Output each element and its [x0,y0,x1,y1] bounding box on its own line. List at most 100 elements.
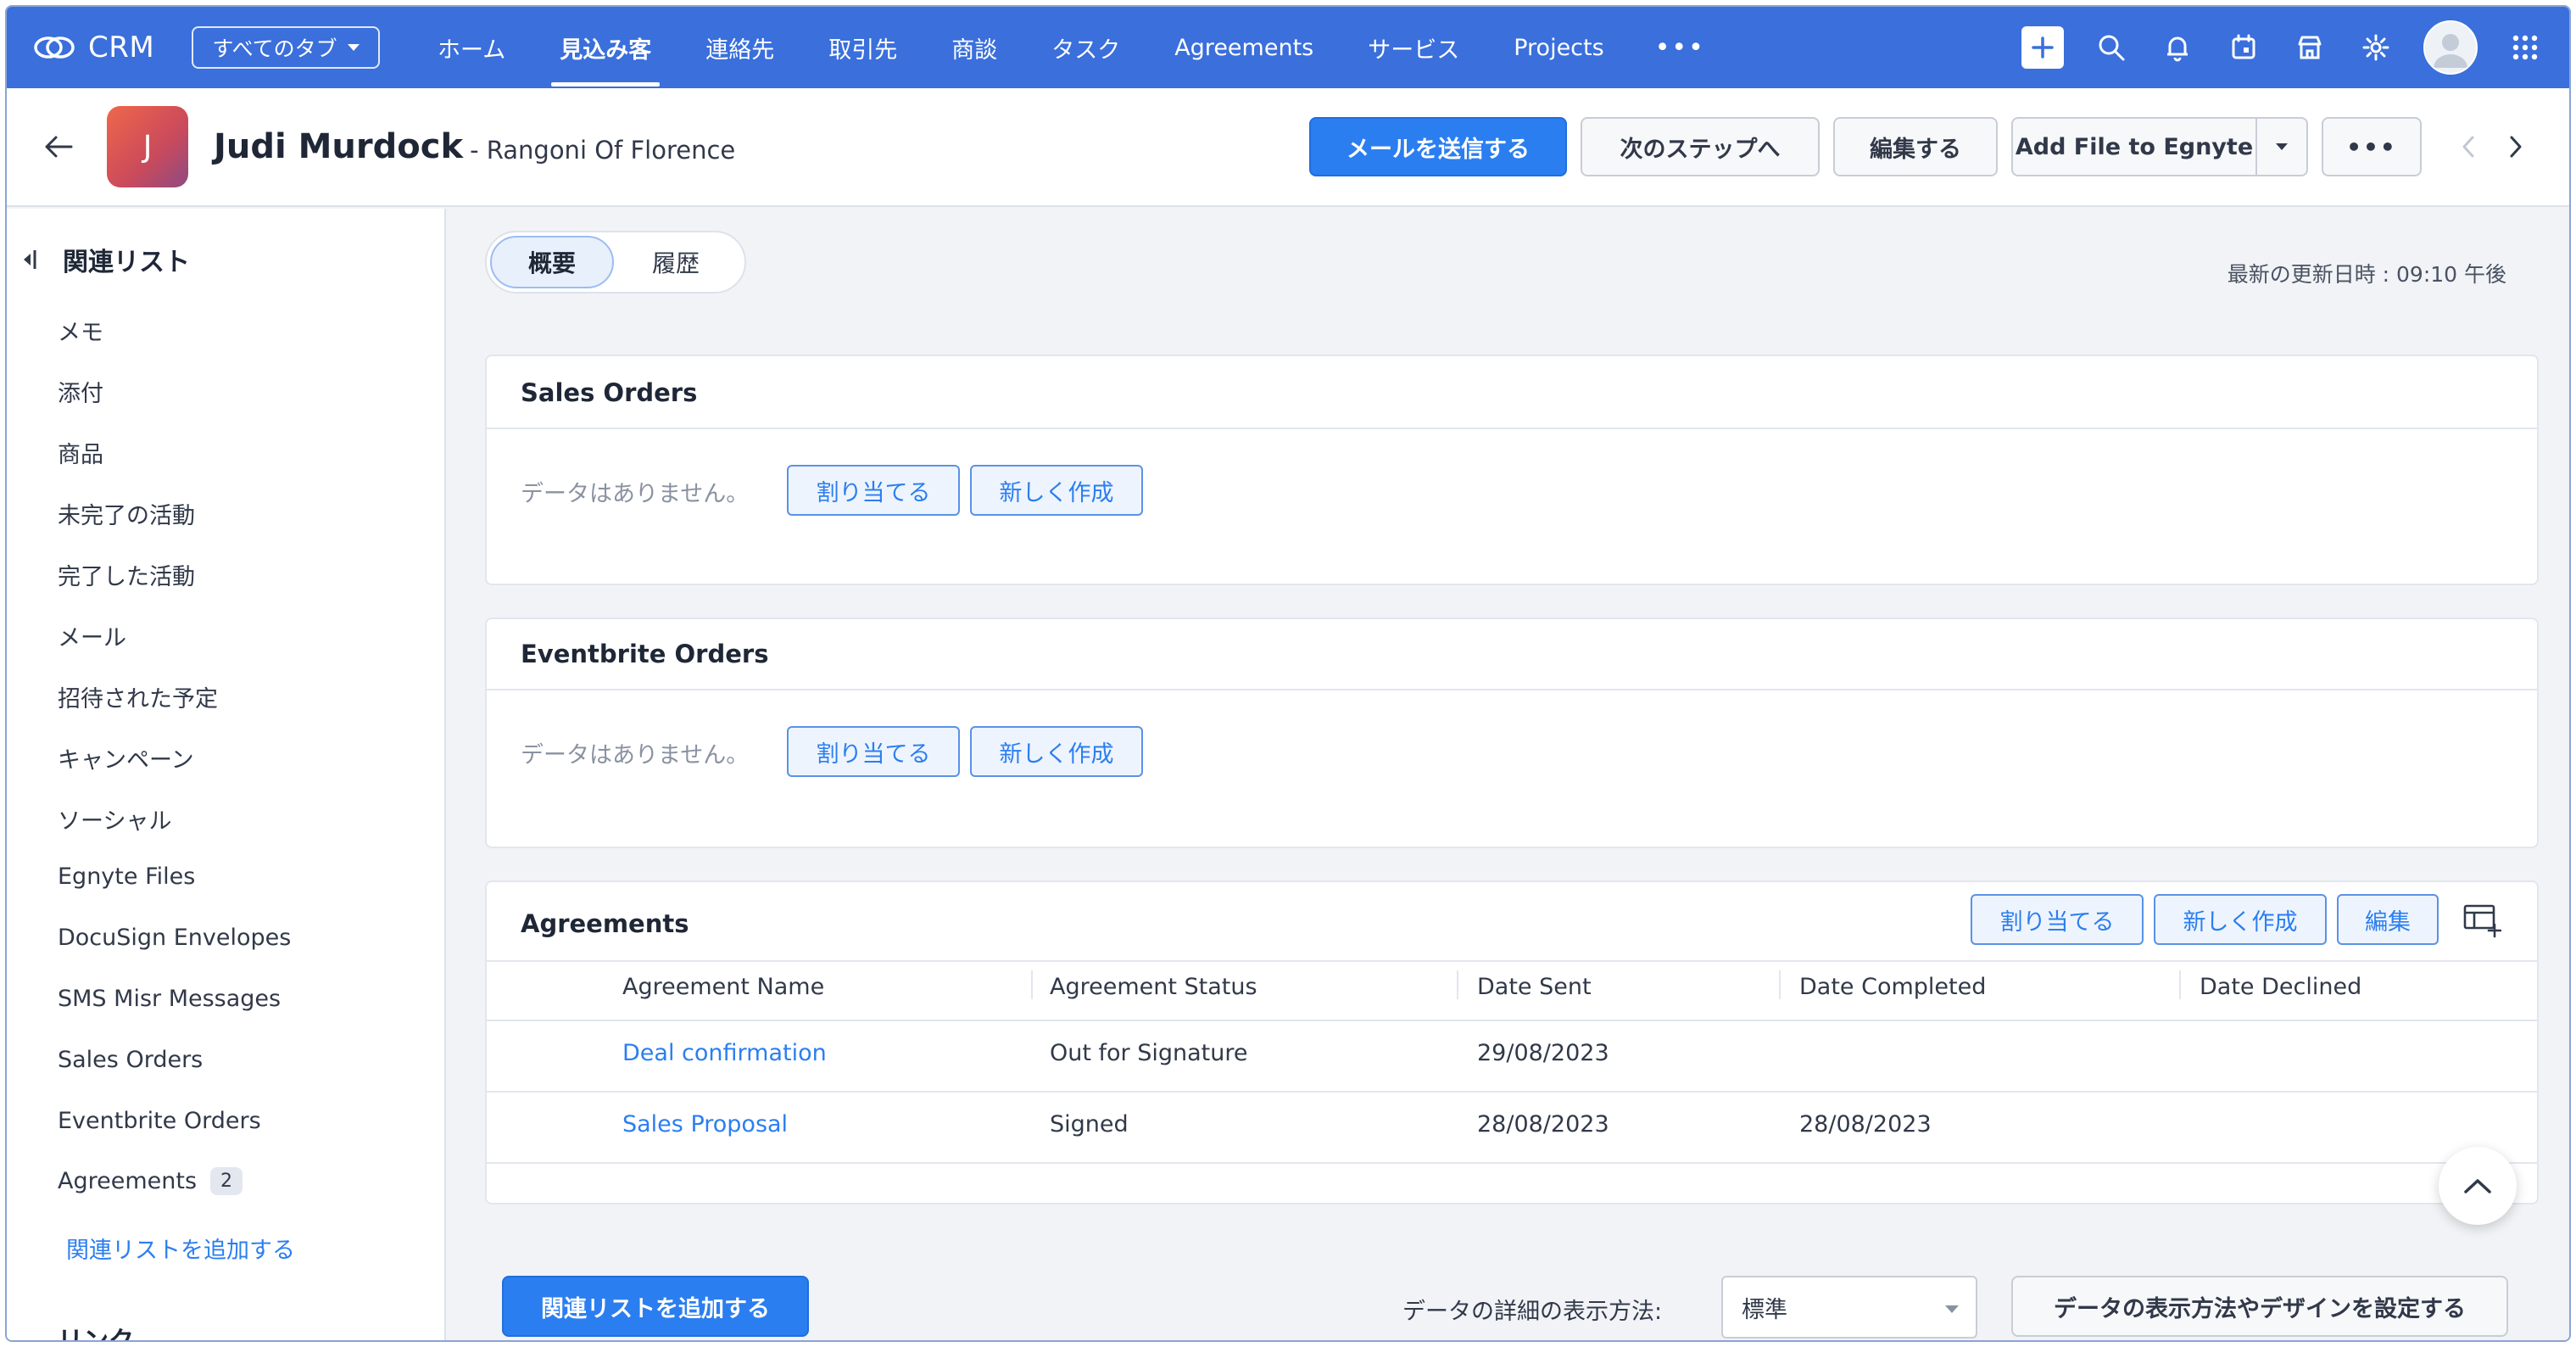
calendar-icon [2232,34,2255,59]
sidebar-item-agreements[interactable]: Agreements 2 [58,1167,243,1195]
sidebar-item-eventbrite-orders[interactable]: Eventbrite Orders [58,1108,261,1134]
all-tabs-dropdown[interactable]: すべてのタブ [192,26,380,69]
sidebar-item-sms-misr-messages[interactable]: SMS Misr Messages [58,986,281,1012]
record-main-content: 概要 履歴 最新の更新日時 : 09:10 午後 Sales Orders デー… [448,209,2569,1340]
quick-create-button[interactable] [2021,26,2064,69]
sidebar-item-campaigns[interactable]: キャンペーン [58,741,194,774]
edit-list-button[interactable]: 編集 [2337,894,2439,945]
related-list-sidebar: 関連リスト メモ 添付 商品 未完了の活動 完了した活動 メール 招待された予定… [7,209,446,1342]
crm-logo-icon [34,36,75,59]
record-header: J Judi Murdock - Rangoni Of Florence メール… [7,88,2569,207]
view-switch-bar: 概要 履歴 最新の更新日時 : 09:10 午後 [448,209,2569,317]
divider [487,1020,2537,1021]
app-launcher-button[interactable] [2506,29,2544,66]
create-new-button[interactable]: 新しく作成 [970,726,1143,777]
column-header-agreement-status[interactable]: Agreement Status [1050,974,1257,1000]
card-title: Agreements [521,909,689,938]
tab-overview[interactable]: 概要 [490,236,614,288]
column-header-date-completed[interactable]: Date Completed [1799,974,1986,1000]
count-badge: 2 [210,1167,243,1195]
column-separator [2179,970,2181,999]
sidebar-item-closed-activities[interactable]: 完了した活動 [58,558,195,591]
nav-tab-home[interactable]: ホーム [410,7,532,88]
sidebar-item-sales-orders[interactable]: Sales Orders [58,1047,203,1073]
agreements-card: Agreements 割り当てる 新しく作成 編集 Agreement Name… [485,880,2539,1204]
user-icon [2434,34,2467,68]
sidebar-item-products[interactable]: 商品 [58,436,103,469]
column-header-date-declined[interactable]: Date Declined [2200,974,2361,1000]
nav-tab-accounts[interactable]: 取引先 [801,7,924,88]
settings-button[interactable] [2357,29,2395,66]
add-related-list-link[interactable]: 関連リストを追加する [66,1232,295,1265]
sidebar-item-docusign-envelopes[interactable]: DocuSign Envelopes [58,925,291,951]
agreement-status-cell: Out for Signature [1050,1040,1248,1066]
related-list-heading[interactable]: 関連リスト [20,241,190,278]
add-file-egnyte-button[interactable]: Add File to Egnyte [2011,117,2257,176]
record-more-button[interactable]: ••• [2322,117,2422,176]
egnyte-dropdown-button[interactable] [2257,117,2308,176]
edit-record-button[interactable]: 編集する [1833,117,1998,176]
assign-button[interactable]: 割り当てる [787,726,960,777]
chevron-left-icon[interactable] [2457,132,2479,161]
nav-tab-projects[interactable]: Projects [1486,7,1631,88]
nav-tab-leads[interactable]: 見込み客 [532,7,678,88]
detail-view-select[interactable]: 標準 [1721,1276,1977,1339]
card-title: Sales Orders [521,378,698,407]
agreement-name-link[interactable]: Sales Proposal [622,1111,788,1137]
chevron-up-icon [2464,1179,2491,1193]
chevron-down-icon [1945,1305,1959,1313]
nav-tab-tasks[interactable]: タスク [1024,7,1147,88]
plus-icon [2032,36,2054,59]
nav-more-button[interactable]: ••• [1631,7,1729,88]
send-mail-button[interactable]: メールを送信する [1309,117,1567,176]
nav-tab-contacts[interactable]: 連絡先 [678,7,801,88]
tab-timeline[interactable]: 履歴 [614,236,738,288]
column-header-agreement-name[interactable]: Agreement Name [622,974,824,1000]
column-separator [1779,970,1781,999]
collapse-sidebar-icon[interactable] [20,247,37,272]
sidebar-item-open-activities[interactable]: 未完了の活動 [58,497,195,530]
crm-logo[interactable]: CRM [32,31,168,64]
eventbrite-orders-card: Eventbrite Orders データはありません。 割り当てる 新しく作成 [485,618,2539,848]
assign-button[interactable]: 割り当てる [1971,894,2144,945]
search-icon [2099,35,2125,61]
sidebar-item-attachments[interactable]: 添付 [58,375,103,408]
create-new-button[interactable]: 新しく作成 [2154,894,2327,945]
column-separator [1457,970,1458,999]
back-button[interactable] [42,127,81,166]
marketplace-button[interactable] [2291,29,2328,66]
nav-tab-deals[interactable]: 商談 [924,7,1024,88]
links-heading: リンク [58,1327,134,1342]
scroll-to-top-button[interactable] [2439,1147,2517,1225]
view-tabs: 概要 履歴 [485,231,746,293]
notifications-button[interactable] [2159,29,2196,66]
user-avatar[interactable] [2423,20,2478,75]
sidebar-item-notes[interactable]: メモ [58,314,103,347]
next-step-button[interactable]: 次のステップへ [1581,117,1820,176]
chevron-right-icon[interactable] [2505,132,2527,161]
add-related-list-button[interactable]: 関連リストを追加する [502,1276,809,1337]
sidebar-item-egnyte-files[interactable]: Egnyte Files [58,864,195,890]
search-button[interactable] [2093,29,2130,66]
divider [487,1091,2537,1093]
assign-button[interactable]: 割り当てる [787,465,960,516]
date-sent-cell: 28/08/2023 [1477,1111,1609,1137]
sidebar-item-emails[interactable]: メール [58,619,126,652]
bell-icon [2167,36,2188,62]
calendar-button[interactable] [2225,29,2262,66]
agreement-name-link[interactable]: Deal confirmation [622,1040,827,1066]
customize-view-button[interactable]: データの表示方法やデザインを設定する [2011,1276,2508,1337]
no-data-text: データはありません。 [521,481,750,507]
nav-tab-agreements[interactable]: Agreements [1147,7,1341,88]
create-new-button[interactable]: 新しく作成 [970,465,1143,516]
add-column-icon[interactable] [2462,903,2501,938]
sidebar-item-invited-events[interactable]: 招待された予定 [58,680,218,713]
sidebar-item-social[interactable]: ソーシャル [58,802,171,836]
logo-text: CRM [88,31,155,64]
nav-tab-services[interactable]: サービス [1341,7,1486,88]
column-separator [1031,970,1033,999]
record-actions: メールを送信する 次のステップへ 編集する Add File to Egnyte… [1309,117,2527,176]
no-data-text: データはありません。 [521,742,750,769]
record-avatar: J [107,106,188,187]
column-header-date-sent[interactable]: Date Sent [1477,974,1592,1000]
